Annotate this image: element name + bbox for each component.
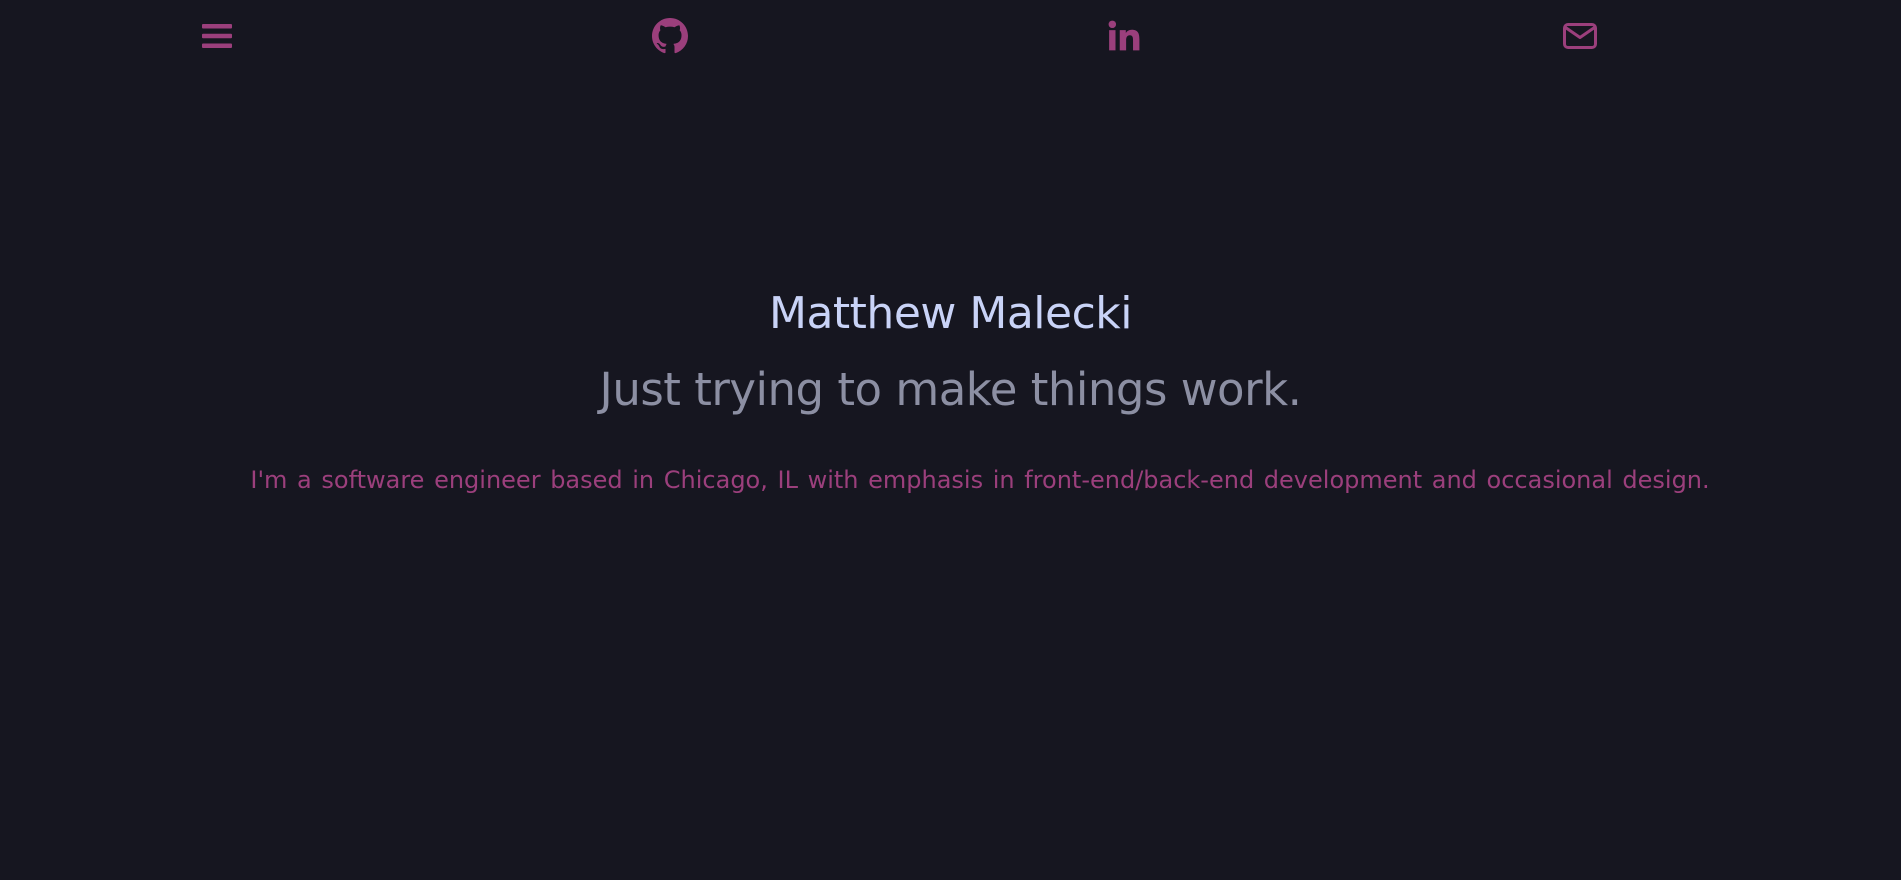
name-heading: Matthew Malecki (769, 288, 1132, 339)
linkedin-link[interactable] (1104, 16, 1144, 56)
github-link[interactable] (650, 16, 690, 56)
email-link[interactable] (1560, 16, 1600, 56)
tagline: Just trying to make things work. (599, 363, 1302, 416)
mail-icon (1563, 23, 1597, 49)
github-icon (652, 18, 688, 54)
linkedin-icon (1108, 20, 1140, 51)
menu-button[interactable] (197, 16, 237, 56)
top-nav (0, 0, 1901, 74)
bio-text: I'm a software engineer based in Chicago… (250, 466, 1710, 494)
menu-icon (202, 24, 232, 48)
